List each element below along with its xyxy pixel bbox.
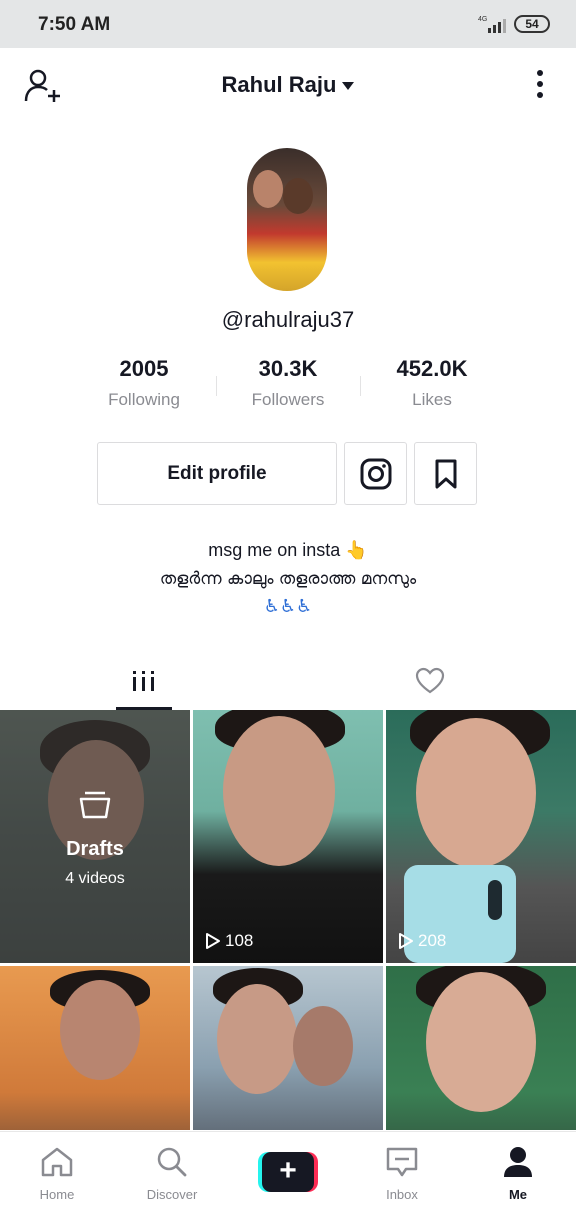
grid-icon xyxy=(133,671,154,691)
bio-line: ♿♿♿ xyxy=(263,596,313,617)
stat-label: Followers xyxy=(251,390,325,409)
video-thumbnail[interactable] xyxy=(193,966,383,1130)
inbox-icon xyxy=(386,1147,418,1177)
drafts-tile[interactable]: Drafts 4 videos xyxy=(0,710,190,963)
instagram-icon xyxy=(360,458,392,490)
instagram-button[interactable] xyxy=(344,442,407,505)
view-count: 108 xyxy=(205,931,253,951)
username: @rahulraju37 xyxy=(221,307,355,332)
bottom-nav: Home Discover + Inbox Me xyxy=(0,1131,576,1216)
tab-videos[interactable] xyxy=(116,660,172,710)
video-grid: Drafts 4 videos 108 208 xyxy=(0,710,576,1130)
stat-following[interactable]: 2005 Following xyxy=(72,356,216,410)
page-title: Rahul Raju xyxy=(221,72,337,97)
status-bar: 7:50 AM 4G 54 xyxy=(0,0,576,48)
view-count-text: 108 xyxy=(225,931,254,950)
home-icon xyxy=(41,1147,73,1177)
stat-followers[interactable]: 30.3K Followers xyxy=(216,356,360,410)
person-icon xyxy=(504,1147,532,1177)
account-switcher[interactable]: Rahul Raju xyxy=(0,72,576,98)
stat-value: 30.3K xyxy=(258,356,318,381)
bookmark-icon xyxy=(435,459,457,489)
nav-me[interactable]: Me xyxy=(473,1146,563,1202)
view-count: 208 xyxy=(398,931,446,951)
network-type: 4G xyxy=(478,16,487,23)
nav-inbox[interactable]: Inbox xyxy=(357,1146,447,1202)
profile-stats: 2005 Following 30.3K Followers 452.0K Li… xyxy=(72,356,504,416)
drafts-title: Drafts xyxy=(66,838,124,860)
create-button[interactable]: + xyxy=(258,1152,318,1192)
avatar[interactable] xyxy=(247,148,327,291)
status-time: 7:50 AM xyxy=(38,14,111,35)
heart-icon xyxy=(415,667,445,694)
favorites-button[interactable] xyxy=(414,442,477,505)
play-icon xyxy=(399,933,413,949)
bio-line: തളർന്ന കാലും തളരാത്ത മനസും xyxy=(159,569,417,589)
video-thumbnail[interactable]: 208 xyxy=(386,710,576,963)
drafts-icon xyxy=(79,791,111,819)
stat-label: Likes xyxy=(412,390,452,409)
nav-home[interactable]: Home xyxy=(12,1146,102,1202)
plus-icon: + xyxy=(262,1152,314,1192)
tab-liked[interactable] xyxy=(402,660,458,710)
edit-profile-button[interactable]: Edit profile xyxy=(97,442,337,505)
battery-indicator: 54 xyxy=(514,15,550,33)
video-thumbnail[interactable]: 108 xyxy=(193,710,383,963)
bio-line: msg me on insta 👆 xyxy=(208,540,368,560)
stat-value: 2005 xyxy=(119,356,169,381)
nav-discover[interactable]: Discover xyxy=(127,1146,217,1202)
caret-down-icon xyxy=(342,82,355,91)
nav-label: Home xyxy=(39,1187,75,1202)
view-count-text: 208 xyxy=(418,931,447,950)
camera-decoration xyxy=(488,880,502,920)
play-icon xyxy=(206,933,220,949)
video-thumbnail[interactable] xyxy=(386,966,576,1130)
nav-label: Me xyxy=(508,1187,528,1202)
profile-header: Rahul Raju xyxy=(0,48,576,124)
drafts-count: 4 videos xyxy=(65,870,125,887)
video-thumbnail[interactable] xyxy=(0,966,190,1130)
stat-label: Following xyxy=(108,390,180,409)
nav-label: Inbox xyxy=(386,1187,418,1202)
signal-icon: 4G xyxy=(478,16,506,33)
stat-likes[interactable]: 452.0K Likes xyxy=(360,356,504,410)
drafts-overlay: Drafts 4 videos xyxy=(0,710,190,963)
stat-value: 452.0K xyxy=(396,356,468,381)
profile-tabs xyxy=(0,660,576,710)
more-vertical-icon[interactable] xyxy=(534,70,546,104)
search-icon xyxy=(157,1147,187,1177)
nav-label: Discover xyxy=(146,1187,198,1202)
